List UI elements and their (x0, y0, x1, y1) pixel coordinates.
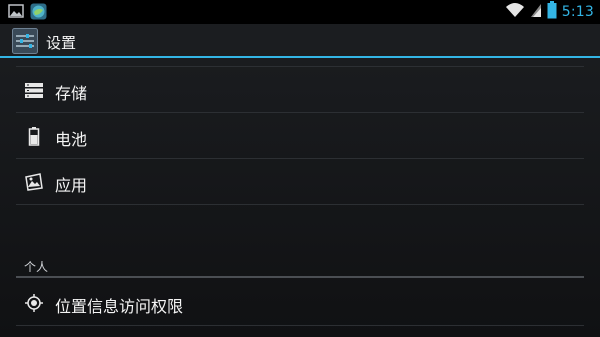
divider (16, 325, 584, 326)
settings-item-storage[interactable]: 存储 (0, 67, 600, 113)
settings-sliders-icon[interactable] (12, 28, 38, 58)
battery-icon (24, 126, 44, 146)
signal-icon (530, 2, 542, 22)
settings-item-label: 应用 (55, 176, 88, 195)
battery-icon (547, 1, 557, 23)
storage-icon (24, 80, 44, 100)
settings-item-apps[interactable]: 应用 (0, 159, 600, 205)
settings-item-label: 位置信息访问权限 (55, 297, 184, 316)
apps-icon (24, 172, 44, 192)
settings-list: 存储 电池 应用 个人 位置信息访问权限 (0, 58, 600, 337)
settings-item-location[interactable]: 位置信息访问权限 (0, 280, 600, 326)
page-title: 设置 (46, 34, 77, 52)
globe-app-icon (30, 3, 47, 24)
settings-item-label: 电池 (55, 130, 88, 149)
divider (16, 204, 584, 205)
section-header-personal: 个人 (24, 260, 49, 274)
status-bar: 5:13 (0, 0, 600, 24)
location-icon (24, 293, 44, 313)
status-time: 5:13 (561, 4, 594, 20)
wifi-icon (505, 2, 525, 22)
settings-item-battery[interactable]: 电池 (0, 113, 600, 159)
settings-item-label: 存储 (55, 84, 88, 103)
section-divider (16, 276, 584, 278)
action-bar: 设置 (0, 24, 600, 58)
gallery-icon (8, 3, 24, 24)
